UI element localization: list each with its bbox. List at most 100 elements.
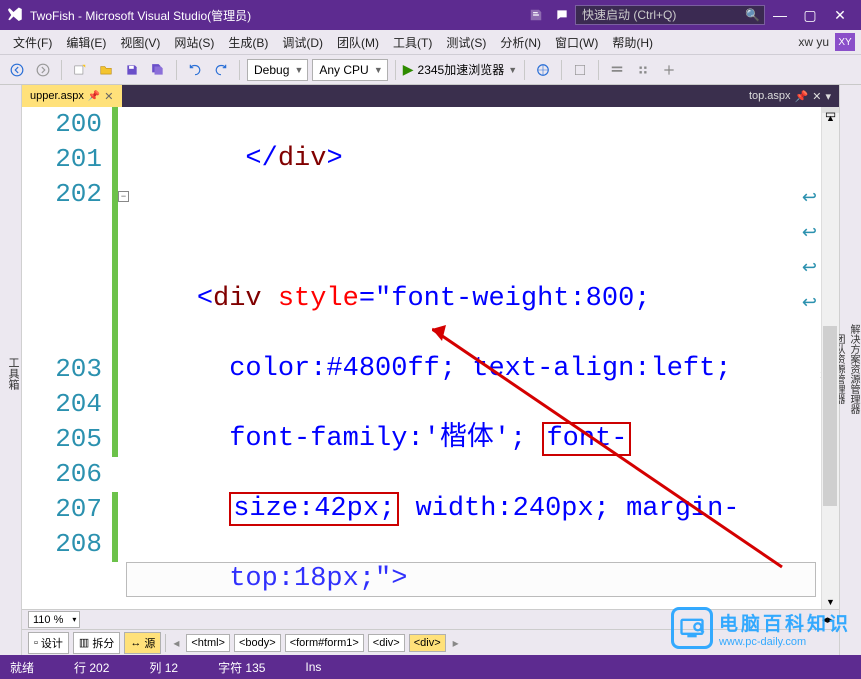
redo-button[interactable] [210,59,232,81]
editor-panel: upper.aspx 📌 ✕ top.aspx 📌 ✕ ▾ 200 201 20… [22,85,839,655]
menu-test[interactable]: 测试(S) [439,34,493,51]
config-dropdown[interactable]: Debug▼ [247,59,308,81]
toolbar: Debug▼ Any CPU ▼ ▶ 2345加速浏览器 ▼ [0,55,861,85]
tool-button-3[interactable] [632,59,654,81]
view-label: 源 [144,635,155,651]
breadcrumb-prev[interactable]: ◂ [170,636,182,650]
run-target-label[interactable]: 2345加速浏览器 [418,61,505,78]
watermark-icon [671,607,713,649]
feedback-icon[interactable] [551,4,573,26]
close-tab-icon[interactable]: ✕ [104,90,113,103]
quick-launch-placeholder: 快速启动 (Ctrl+Q) [582,8,676,22]
menu-file[interactable]: 文件(F) [6,34,59,51]
pin-icon[interactable]: 📌 [795,90,809,103]
menu-window[interactable]: 窗口(W) [548,34,605,51]
menu-build[interactable]: 生成(B) [221,34,275,51]
wrap-glyph-icon: ↩ [802,287,817,322]
separator [524,60,525,80]
breadcrumb-item-active[interactable]: <div> [409,634,446,652]
nav-back-button[interactable] [6,59,28,81]
line-number: 203 [22,352,102,387]
separator [598,60,599,80]
open-button[interactable] [95,59,117,81]
line-number: 207 [22,492,102,527]
save-button[interactable] [121,59,143,81]
breadcrumb-item[interactable]: <form#form1> [285,634,364,652]
menu-bar: 文件(F) 编辑(E) 视图(V) 网站(S) 生成(B) 调试(D) 团队(M… [0,30,861,55]
nav-fwd-button[interactable] [32,59,54,81]
right-panel-tabs: 解决方案资源管理器 团队资源管理器 属性 [839,85,861,655]
line-number: 202 [22,177,102,212]
menu-analyze[interactable]: 分析(N) [493,34,548,51]
fold-toggle[interactable]: − [118,191,129,202]
title-bar: TwoFish - Microsoft Visual Studio(管理员) 快… [0,0,861,30]
line-number: 208 [22,527,102,562]
zoom-dropdown[interactable]: 110 %▾ [28,611,80,628]
view-label: 设计 [41,635,63,651]
play-icon[interactable]: ▶ [403,61,414,78]
view-design-button[interactable]: ▫ 设计 [28,632,69,654]
separator [395,60,396,80]
platform-dropdown[interactable]: Any CPU ▼ [312,59,387,81]
user-avatar[interactable]: XY [835,33,855,51]
file-tab-label: top.aspx [749,90,791,102]
breadcrumb-item[interactable]: <body> [234,634,281,652]
menu-view[interactable]: 视图(V) [113,34,167,51]
undo-button[interactable] [184,59,206,81]
wrap-glyph-icon: ↩ [802,252,817,287]
status-ins: Ins [305,660,321,674]
scroll-thumb[interactable] [823,326,837,506]
current-line-highlight [126,562,816,597]
breadcrumb-next[interactable]: ▸ [450,636,462,650]
menu-debug[interactable]: 调试(D) [275,34,330,51]
wrap-glyph-icon: ↩ [802,217,817,252]
save-all-button[interactable] [147,59,169,81]
scroll-up-button[interactable]: ▲ [822,113,839,125]
file-tab-active[interactable]: upper.aspx 📌 ✕ [22,85,122,107]
view-split-button[interactable]: ▥ 拆分 [73,632,120,654]
user-name[interactable]: xw yu [798,35,829,49]
chevron-down-icon: ▼ [374,65,383,75]
toolbox-panel-tab[interactable]: 工具箱 [0,85,22,655]
highlight-box: size:42px; [229,492,399,526]
code-editor[interactable]: 200 201 202 203 204 205 206 207 208 − </… [22,107,839,609]
platform-label: Any CPU [319,63,368,77]
menu-edit[interactable]: 编辑(E) [59,34,113,51]
notification-icon[interactable] [525,4,547,26]
line-number: 200 [22,107,102,142]
vs-logo-icon [6,6,24,24]
config-label: Debug [254,63,289,77]
pin-icon[interactable]: 📌 [88,91,100,102]
code-content[interactable]: </div> <div style="font-weight:800; colo… [132,107,821,609]
menu-website[interactable]: 网站(S) [167,34,221,51]
minimize-button[interactable]: — [765,4,795,26]
menu-team[interactable]: 团队(M) [330,34,386,51]
browser-link-button[interactable] [532,59,554,81]
status-char: 字符 135 [218,659,265,676]
quick-launch-input[interactable]: 快速启动 (Ctrl+Q) 🔍 [575,5,765,25]
file-tab-label: upper.aspx [30,90,84,102]
status-line: 行 202 [74,659,109,676]
line-number: 204 [22,387,102,422]
breadcrumb-item[interactable]: <div> [368,634,405,652]
tool-button-2[interactable] [606,59,628,81]
window-title: TwoFish - Microsoft Visual Studio(管理员) [30,7,251,24]
fold-column: − [118,107,132,609]
status-ready: 就绪 [10,659,34,676]
view-source-button[interactable]: ↔ 源 [124,632,161,654]
tool-button-4[interactable] [658,59,680,81]
menu-help[interactable]: 帮助(H) [605,34,660,51]
document-tabs: upper.aspx 📌 ✕ top.aspx 📌 ✕ ▾ [22,85,839,107]
menu-tools[interactable]: 工具(T) [386,34,439,51]
breadcrumb-item[interactable]: <html> [186,634,230,652]
tool-button-1[interactable] [569,59,591,81]
separator [176,60,177,80]
maximize-button[interactable]: ▢ [795,4,825,26]
close-button[interactable]: ✕ [825,4,855,26]
solution-explorer-tab[interactable]: 解决方案资源管理器 [846,91,861,647]
new-project-button[interactable] [69,59,91,81]
chevron-down-icon[interactable]: ▼ [508,65,517,75]
vertical-scrollbar[interactable]: ▭ ▲ ▼ [821,107,839,609]
zoom-value: 110 % [33,614,63,626]
search-icon: 🔍 [745,8,760,22]
